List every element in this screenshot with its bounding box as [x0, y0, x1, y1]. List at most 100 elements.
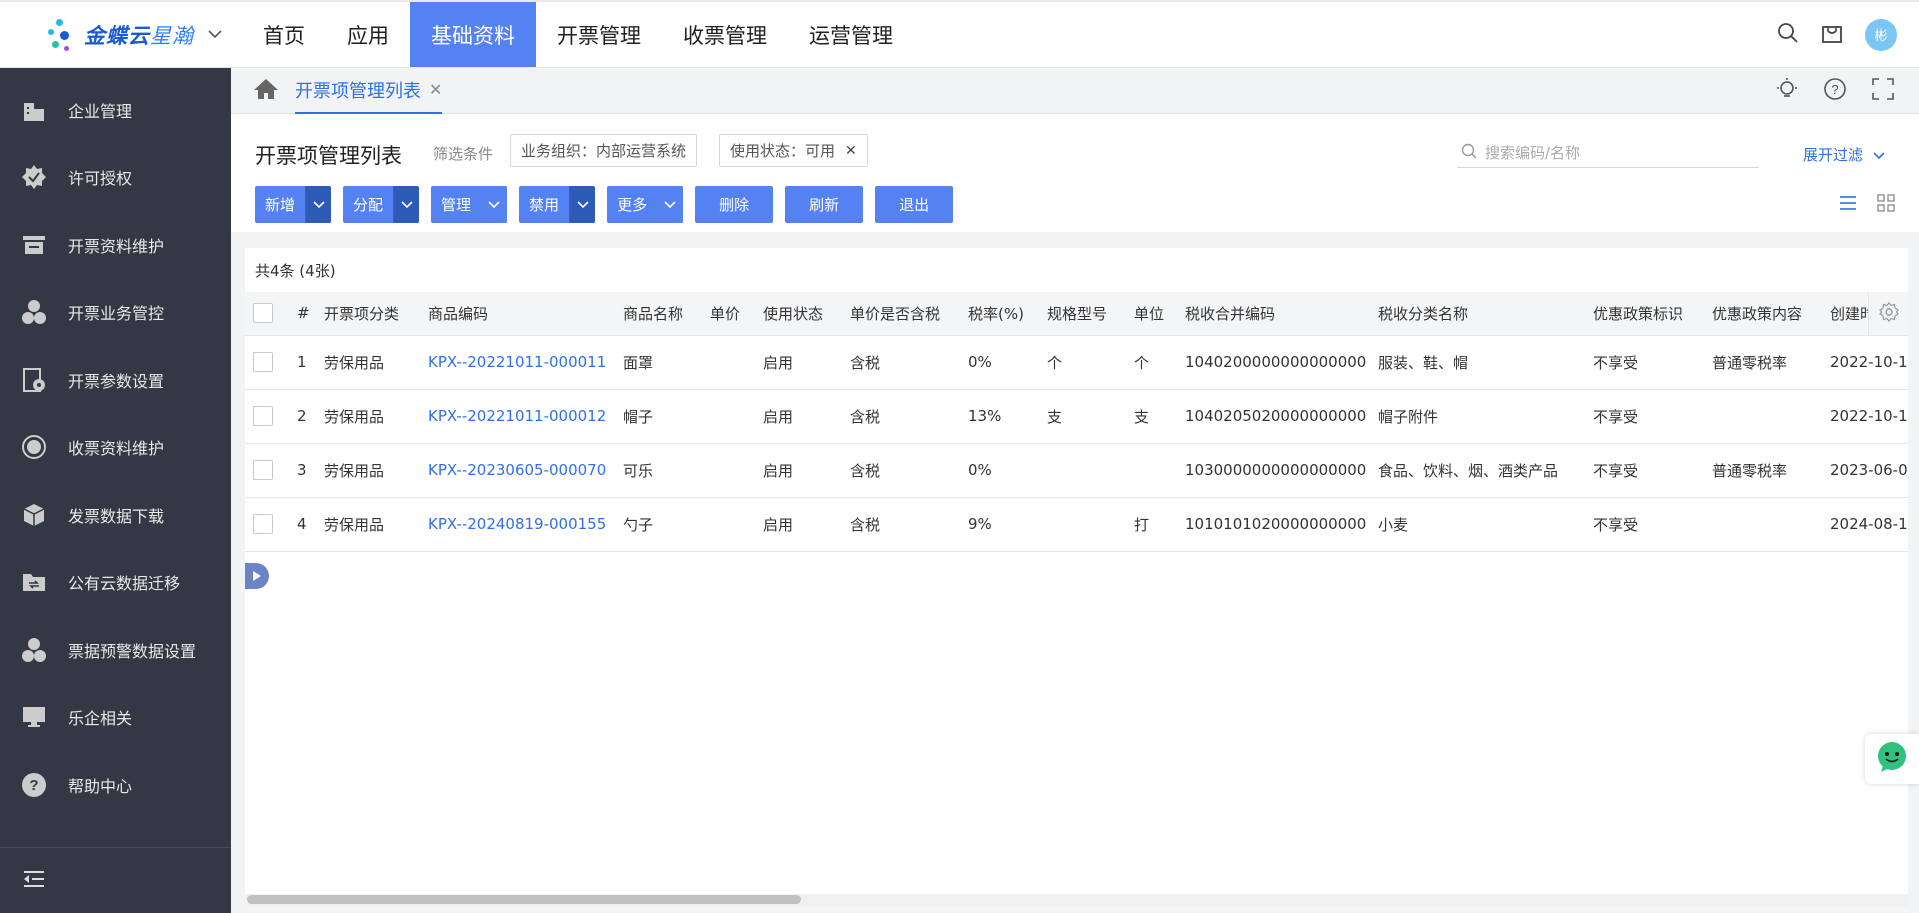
row-checkbox-cell[interactable]: [245, 497, 289, 552]
column-header[interactable]: 规格型号: [1039, 292, 1126, 336]
table-cell: 可乐: [615, 443, 702, 498]
nav-invoice-issue[interactable]: 开票管理: [536, 2, 662, 67]
table-cell: [1704, 497, 1822, 552]
sidebar-item-cloud-migration[interactable]: 公有云数据迁移: [0, 549, 231, 617]
row-checkbox-cell[interactable]: [245, 443, 289, 498]
nav-apps[interactable]: 应用: [326, 2, 410, 67]
table-cell: 不享受: [1585, 389, 1704, 444]
filter-chip-status[interactable]: 使用状态：可用 ✕: [719, 134, 868, 167]
table-row[interactable]: 2 劳保用品 KPX--20221011-000012 帽子 启用 含税 13%…: [245, 389, 1908, 444]
nav-home[interactable]: 首页: [242, 2, 326, 67]
chevron-down-icon[interactable]: [305, 186, 332, 223]
sidebar-item-license[interactable]: 许可授权: [0, 144, 231, 212]
table-cell: 帽子: [615, 389, 702, 444]
close-icon[interactable]: ✕: [429, 80, 442, 99]
column-settings-button[interactable]: [1868, 292, 1908, 335]
sidebar-item-alert-settings[interactable]: 票据预警数据设置: [0, 616, 231, 684]
sidebar-item-receive-info[interactable]: 收票资料维护: [0, 414, 231, 482]
horizontal-scrollbar[interactable]: [245, 894, 1908, 906]
table-row[interactable]: 3 劳保用品 KPX--20230605-000070 可乐 启用 含税 0% …: [245, 443, 1908, 498]
app-logo[interactable]: 金蝶云星瀚: [0, 2, 230, 67]
sidebar-collapse-button[interactable]: [0, 847, 231, 913]
more-button[interactable]: 更多: [607, 186, 684, 223]
column-header[interactable]: #: [289, 292, 316, 336]
fullscreen-icon[interactable]: [1871, 77, 1895, 105]
table-cell: 面罩: [615, 335, 702, 390]
badge-check-icon: [20, 163, 48, 191]
exit-button[interactable]: 退出: [875, 186, 954, 223]
row-checkbox[interactable]: [253, 406, 273, 426]
user-avatar[interactable]: 彬: [1865, 18, 1897, 51]
sidebar-item-enterprise[interactable]: 企业管理: [0, 76, 231, 144]
list-view-icon[interactable]: [1839, 194, 1857, 216]
sidebar-item-label: 许可授权: [68, 169, 133, 189]
select-all-checkbox[interactable]: [253, 303, 273, 324]
filter-chip-org[interactable]: 业务组织：内部运营系统: [510, 134, 698, 167]
grid-view-icon[interactable]: [1877, 194, 1895, 216]
chevron-down-icon[interactable]: [393, 186, 420, 223]
search-input[interactable]: [1485, 143, 1745, 162]
disable-button[interactable]: 禁用: [519, 186, 596, 223]
scrollbar-thumb[interactable]: [247, 895, 801, 904]
close-icon[interactable]: ✕: [845, 143, 857, 159]
column-header[interactable]: 税率(%): [960, 292, 1039, 336]
row-checkbox-cell[interactable]: [245, 389, 289, 444]
lightbulb-icon[interactable]: [1775, 77, 1799, 105]
expand-filter-button[interactable]: 展开过滤: [1803, 144, 1885, 165]
product-code-link[interactable]: KPX--20230605-000070: [428, 461, 606, 479]
help-circle-icon[interactable]: ?: [1823, 77, 1847, 105]
column-header[interactable]: 商品名称: [615, 292, 702, 336]
table-cell: 9%: [960, 497, 1039, 552]
select-all-checkbox-cell[interactable]: [245, 292, 289, 336]
sidebar-item-invoice-download[interactable]: 发票数据下载: [0, 481, 231, 549]
nav-operations[interactable]: 运营管理: [788, 2, 914, 67]
table-cell: 食品、饮料、烟、酒类产品: [1370, 443, 1585, 498]
table-cell: [1704, 389, 1822, 444]
sidebar-item-help[interactable]: ? 帮助中心: [0, 751, 231, 819]
chevron-down-icon[interactable]: [208, 27, 222, 43]
product-code-link[interactable]: KPX--20240819-000155: [428, 515, 606, 533]
refresh-button[interactable]: 刷新: [785, 186, 864, 223]
table-cell: 劳保用品: [316, 497, 420, 552]
chip-label: 使用状态：可用: [730, 142, 836, 160]
search-icon[interactable]: [1777, 22, 1799, 48]
chat-assistant-button[interactable]: [1865, 734, 1919, 784]
column-header[interactable]: 开票项分类: [316, 292, 420, 336]
sidebar-item-invoice-control[interactable]: 开票业务管控: [0, 279, 231, 347]
chevron-down-icon[interactable]: [569, 186, 596, 223]
tab-invoice-item-list[interactable]: 开票项管理列表 ✕: [295, 68, 443, 114]
column-header[interactable]: 单位: [1126, 292, 1177, 336]
column-header[interactable]: 税收合并编码: [1177, 292, 1370, 336]
sidebar-item-label: 乐企相关: [68, 709, 133, 729]
shopping-bag-icon[interactable]: [1821, 22, 1843, 48]
manage-button[interactable]: 管理: [431, 186, 508, 223]
nav-basic-data[interactable]: 基础资料: [410, 2, 536, 67]
sidebar-item-invoice-info[interactable]: 开票资料维护: [0, 211, 231, 279]
search-box[interactable]: [1457, 138, 1759, 168]
add-button[interactable]: 新增: [255, 186, 332, 223]
column-header[interactable]: 优惠政策内容: [1704, 292, 1822, 336]
column-header[interactable]: 商品编码: [420, 292, 615, 336]
sidebar-item-invoice-params[interactable]: 开票参数设置: [0, 346, 231, 414]
column-header[interactable]: 单价: [702, 292, 755, 336]
table-cell: 0%: [960, 443, 1039, 498]
assign-button[interactable]: 分配: [343, 186, 420, 223]
table-cell: 不享受: [1585, 497, 1704, 552]
delete-button[interactable]: 删除: [695, 186, 774, 223]
column-header[interactable]: 优惠政策标识: [1585, 292, 1704, 336]
row-checkbox-cell[interactable]: [245, 335, 289, 390]
column-header[interactable]: 使用状态: [755, 292, 842, 336]
row-checkbox[interactable]: [253, 460, 273, 480]
table-row[interactable]: 4 劳保用品 KPX--20240819-000155 勺子 启用 含税 9% …: [245, 497, 1908, 552]
column-header[interactable]: 单价是否含税: [842, 292, 960, 336]
row-checkbox[interactable]: [253, 514, 273, 534]
sidebar-item-leqi[interactable]: 乐企相关: [0, 684, 231, 752]
nav-invoice-receive[interactable]: 收票管理: [662, 2, 788, 67]
column-header[interactable]: 税收分类名称: [1370, 292, 1585, 336]
product-code-link[interactable]: KPX--20221011-000011: [428, 353, 606, 371]
logo-text: 金蝶云星瀚: [84, 23, 194, 48]
row-checkbox[interactable]: [253, 352, 273, 372]
home-icon[interactable]: [253, 77, 279, 105]
table-row[interactable]: 1 劳保用品 KPX--20221011-000011 面罩 启用 含税 0% …: [245, 335, 1908, 390]
product-code-link[interactable]: KPX--20221011-000012: [428, 407, 606, 425]
